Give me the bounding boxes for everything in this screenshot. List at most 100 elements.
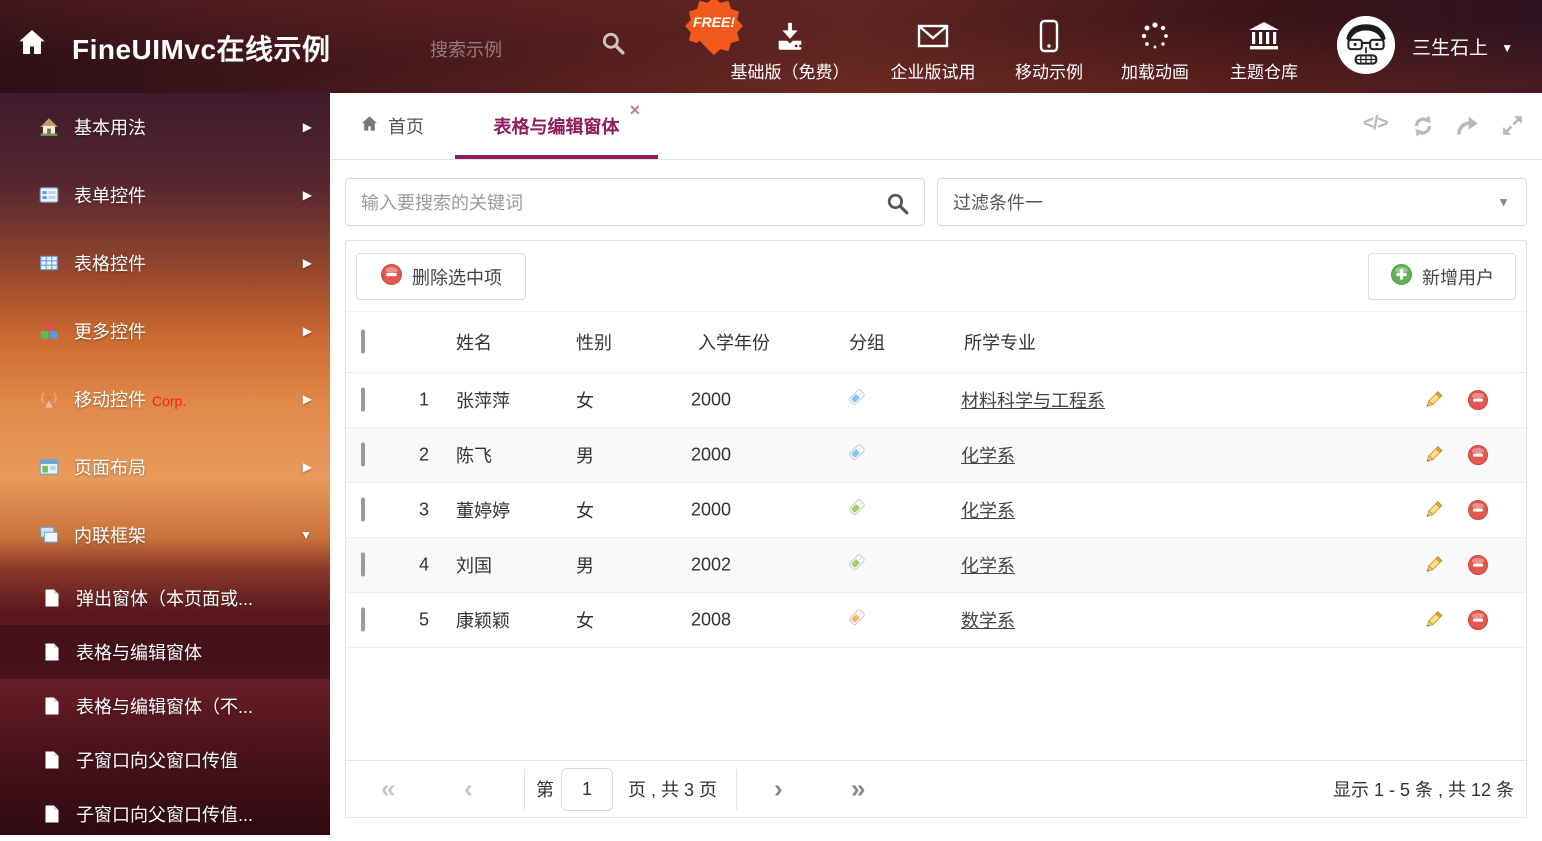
sidebar-item-page-layout[interactable]: 页面布局 ▶: [0, 433, 330, 501]
open-new-window-icon[interactable]: [1454, 113, 1482, 139]
table-row[interactable]: 1 张萍萍 女 2000 材料科学与工程系: [346, 373, 1526, 428]
cubes-icon: [38, 320, 60, 342]
sidebar-subitem-popup-window[interactable]: 弹出窗体（本页面或...: [0, 571, 330, 625]
sidebar-item-label: 基本用法: [74, 114, 146, 140]
select-all-checkbox[interactable]: [361, 330, 365, 354]
view-source-icon[interactable]: </>: [1363, 113, 1391, 139]
active-tab-underline: [455, 155, 658, 159]
edit-icon[interactable]: [1422, 499, 1444, 521]
antenna-icon: [38, 388, 60, 410]
edit-icon[interactable]: [1422, 554, 1444, 576]
sidebar-item-iframe[interactable]: 内联框架 ▼: [0, 501, 330, 569]
cell-gender: 男: [576, 442, 594, 468]
sidebar-subitem-label: 子窗口向父窗口传值...: [76, 801, 253, 827]
next-page-icon[interactable]: ›: [774, 774, 783, 805]
nav-theme-repo[interactable]: 主题仓库: [1189, 18, 1339, 83]
major-link[interactable]: 化学系: [961, 497, 1015, 523]
app-title: FineUIMvc在线示例: [72, 28, 331, 68]
major-link[interactable]: 材料科学与工程系: [961, 387, 1105, 413]
sidebar-item-label: 移动控件Corp.: [74, 386, 186, 412]
cell-year: 2008: [691, 610, 731, 631]
table-row[interactable]: 2 陈飞 男 2000 化学系: [346, 428, 1526, 483]
cell-year: 2000: [691, 445, 731, 466]
divider: [524, 769, 525, 810]
sidebar-item-grid-controls[interactable]: 表格控件 ▶: [0, 229, 330, 297]
tab-grid-edit-window[interactable]: 表格与编辑窗体 ✕: [455, 93, 658, 159]
add-user-button[interactable]: 新增用户: [1368, 253, 1516, 300]
sidebar-item-basic-usage[interactable]: 基本用法 ▶: [0, 93, 330, 161]
column-header-group[interactable]: 分组: [849, 329, 885, 355]
row-checkbox[interactable]: [361, 388, 365, 412]
prev-page-icon[interactable]: ‹: [464, 774, 473, 805]
delete-icon[interactable]: [1467, 389, 1489, 411]
column-header-year[interactable]: 入学年份: [698, 329, 770, 355]
nav-basic-edition[interactable]: 基础版（免费）: [715, 18, 865, 83]
column-header-major[interactable]: 所学专业: [964, 329, 1036, 355]
sidebar-item-mobile-controls[interactable]: 移动控件Corp. ▶: [0, 365, 330, 433]
delete-icon[interactable]: [1467, 554, 1489, 576]
cell-year: 2002: [691, 555, 731, 576]
major-link[interactable]: 化学系: [961, 552, 1015, 578]
user-menu[interactable]: 三生石上 ▼: [1412, 33, 1513, 60]
frames-icon: [38, 524, 60, 546]
search-icon[interactable]: [885, 191, 910, 221]
username: 三生石上: [1412, 38, 1488, 59]
header-search-icon[interactable]: [600, 30, 626, 61]
major-link[interactable]: 化学系: [961, 442, 1015, 468]
row-checkbox[interactable]: [361, 553, 365, 577]
cell-gender: 女: [576, 497, 594, 523]
corp-tag: Corp.: [152, 393, 186, 409]
filter-dropdown[interactable]: 过滤条件一 ▼: [937, 178, 1527, 226]
record-summary: 显示 1 - 5 条 , 共 12 条: [1333, 776, 1514, 802]
home-tab-icon: [360, 114, 379, 138]
row-checkbox[interactable]: [361, 498, 365, 522]
sidebar-item-label: 页面布局: [74, 454, 146, 480]
chevron-down-icon: ▼: [1497, 195, 1510, 210]
header-search-input[interactable]: 搜索示例: [430, 36, 502, 62]
sidebar-subitem-child-to-parent[interactable]: 子窗口向父窗口传值: [0, 733, 330, 787]
delete-selected-button[interactable]: 删除选中项: [356, 253, 526, 300]
fullscreen-icon[interactable]: [1500, 113, 1528, 139]
page-icon: [42, 804, 62, 824]
delete-icon[interactable]: [1467, 609, 1489, 631]
chevron-down-icon: ▼: [300, 528, 312, 542]
form-icon: [38, 184, 60, 206]
sidebar-subitem-grid-edit-window[interactable]: 表格与编辑窗体: [0, 625, 330, 679]
tab-home[interactable]: 首页: [360, 93, 424, 159]
page-number-input[interactable]: [561, 768, 613, 811]
sidebar-item-form-controls[interactable]: 表单控件 ▶: [0, 161, 330, 229]
table-row[interactable]: 5 康颖颖 女 2008 数学系: [346, 593, 1526, 648]
major-link[interactable]: 数学系: [961, 607, 1015, 633]
avatar[interactable]: [1337, 16, 1395, 74]
column-header-name[interactable]: 姓名: [456, 329, 492, 355]
home-icon[interactable]: [16, 26, 48, 63]
sidebar-subitem-label: 表格与编辑窗体: [76, 639, 202, 665]
edit-icon[interactable]: [1422, 609, 1444, 631]
row-checkbox[interactable]: [361, 608, 365, 632]
column-header-gender[interactable]: 性别: [576, 329, 612, 355]
grid-panel: 删除选中项 新增用户 姓名 性别 入学年份 分组 所学专业 1 张萍萍 女 20…: [345, 240, 1527, 818]
page-icon: [42, 696, 62, 716]
sidebar-item-more-controls[interactable]: 更多控件 ▶: [0, 297, 330, 365]
filter-value: 过滤条件一: [953, 189, 1043, 215]
row-number: 4: [396, 555, 429, 576]
sidebar-subitem-child-to-parent-2[interactable]: 子窗口向父窗口传值...: [0, 787, 330, 841]
table-row[interactable]: 3 董婷婷 女 2000 化学系: [346, 483, 1526, 538]
edit-icon[interactable]: [1422, 444, 1444, 466]
table-row[interactable]: 4 刘国 男 2002 化学系: [346, 538, 1526, 593]
row-checkbox[interactable]: [361, 443, 365, 467]
last-page-icon[interactable]: »: [851, 774, 865, 805]
first-page-icon[interactable]: «: [381, 774, 395, 805]
tab-label: 表格与编辑窗体: [494, 113, 620, 139]
row-number: 1: [396, 390, 429, 411]
delete-icon[interactable]: [1467, 499, 1489, 521]
app-header: FineUIMvc在线示例 搜索示例 FREE! 基础版（免费） 企业版试用 移…: [0, 0, 1542, 93]
edit-icon[interactable]: [1422, 389, 1444, 411]
refresh-icon[interactable]: [1410, 113, 1438, 139]
sidebar-subitem-grid-edit-window-2[interactable]: 表格与编辑窗体（不...: [0, 679, 330, 733]
close-icon[interactable]: ✕: [629, 102, 641, 119]
tag-icon: [846, 442, 867, 468]
keyword-search-input[interactable]: 输入要搜索的关键词: [345, 178, 925, 226]
delete-icon[interactable]: [1467, 444, 1489, 466]
tag-icon: [846, 387, 867, 413]
